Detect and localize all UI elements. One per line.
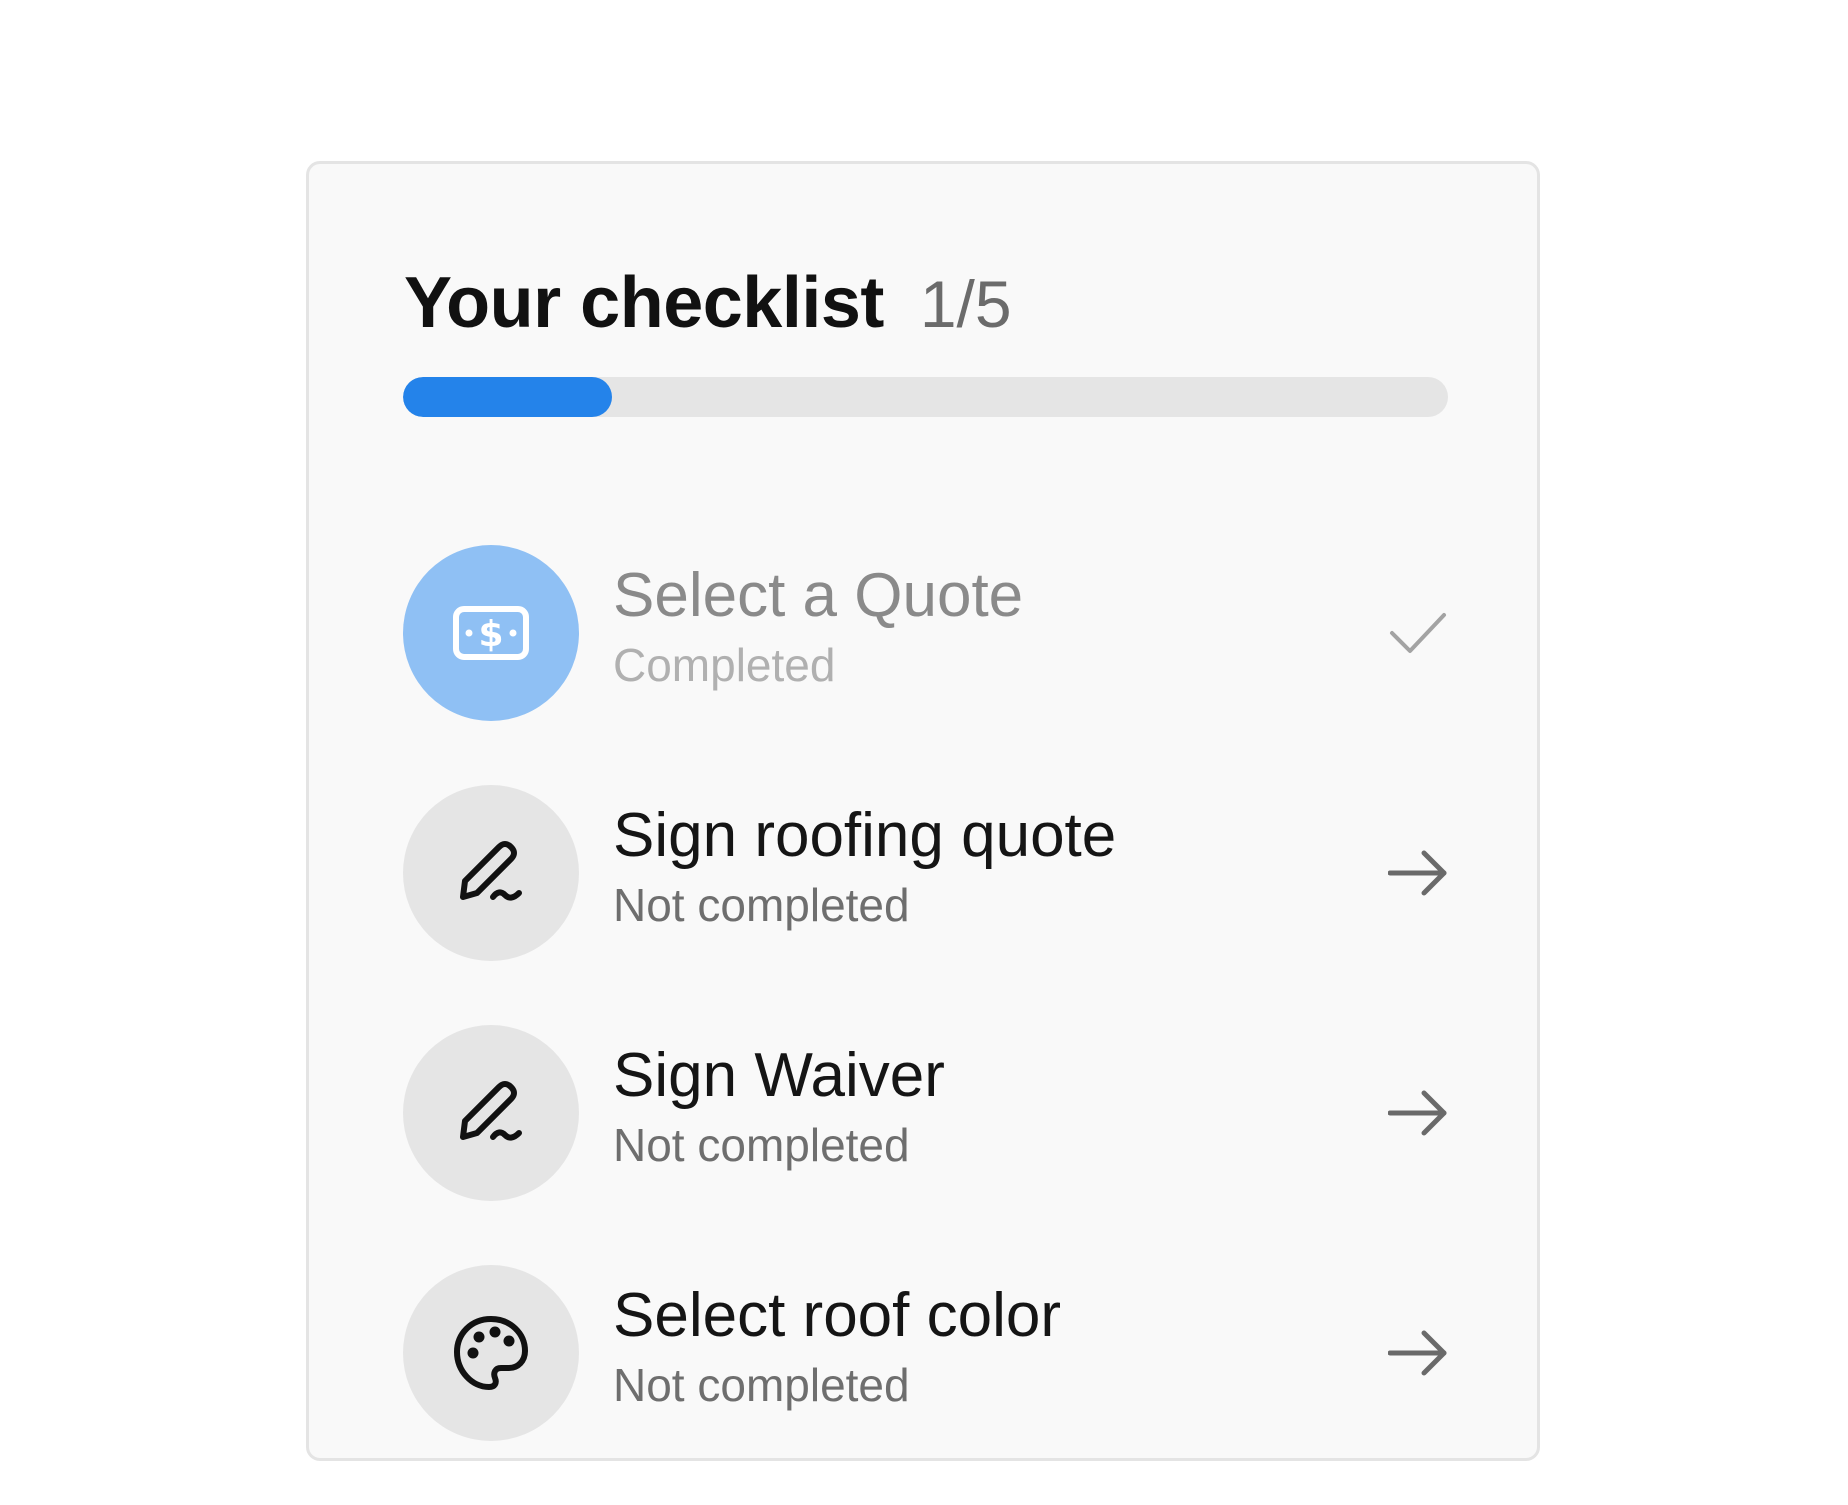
item-icon-circle <box>403 785 579 961</box>
svg-text:$: $ <box>478 614 503 655</box>
item-title: Select roof color <box>613 1281 1061 1350</box>
item-icon-circle <box>403 1025 579 1201</box>
checklist-item-select-roof-color[interactable]: Select roof color Not completed <box>403 1265 1448 1441</box>
arrow-right-icon <box>1388 1330 1447 1376</box>
checklist-card: Your checklist 1/5 $ Select a Quote Comp… <box>306 161 1540 1461</box>
item-title: Sign Waiver <box>613 1041 945 1110</box>
checkmark-icon <box>1390 613 1446 653</box>
checklist-item-select-quote[interactable]: $ Select a Quote Completed <box>403 545 1448 721</box>
checklist-count: 1/5 <box>919 267 1012 341</box>
checklist-title: Your checklist <box>404 263 884 343</box>
checklist-header: Your checklist 1/5 <box>404 262 1012 344</box>
progress-fill <box>403 377 612 417</box>
checklist-items: $ Select a Quote Completed Sign roofing … <box>403 545 1448 1505</box>
checklist-item-sign-waiver[interactable]: Sign Waiver Not completed <box>403 1025 1448 1201</box>
item-icon-circle: $ <box>403 545 579 721</box>
arrow-right-icon <box>1388 1090 1447 1136</box>
palette-icon <box>454 1316 528 1390</box>
progress-bar <box>403 377 1448 417</box>
signature-pen-icon <box>460 1081 522 1141</box>
item-status: Completed <box>613 639 836 691</box>
item-title: Select a Quote <box>613 561 1024 630</box>
dollar-bill-icon: $ <box>453 606 529 660</box>
item-status: Not completed <box>613 1359 910 1411</box>
item-status: Not completed <box>613 1119 910 1171</box>
item-icon-circle <box>403 1265 579 1441</box>
arrow-right-icon <box>1388 850 1447 896</box>
signature-pen-icon <box>460 841 522 901</box>
item-status: Not completed <box>613 879 910 931</box>
item-title: Sign roofing quote <box>613 801 1117 870</box>
checklist-item-sign-roofing-quote[interactable]: Sign roofing quote Not completed <box>403 785 1448 961</box>
